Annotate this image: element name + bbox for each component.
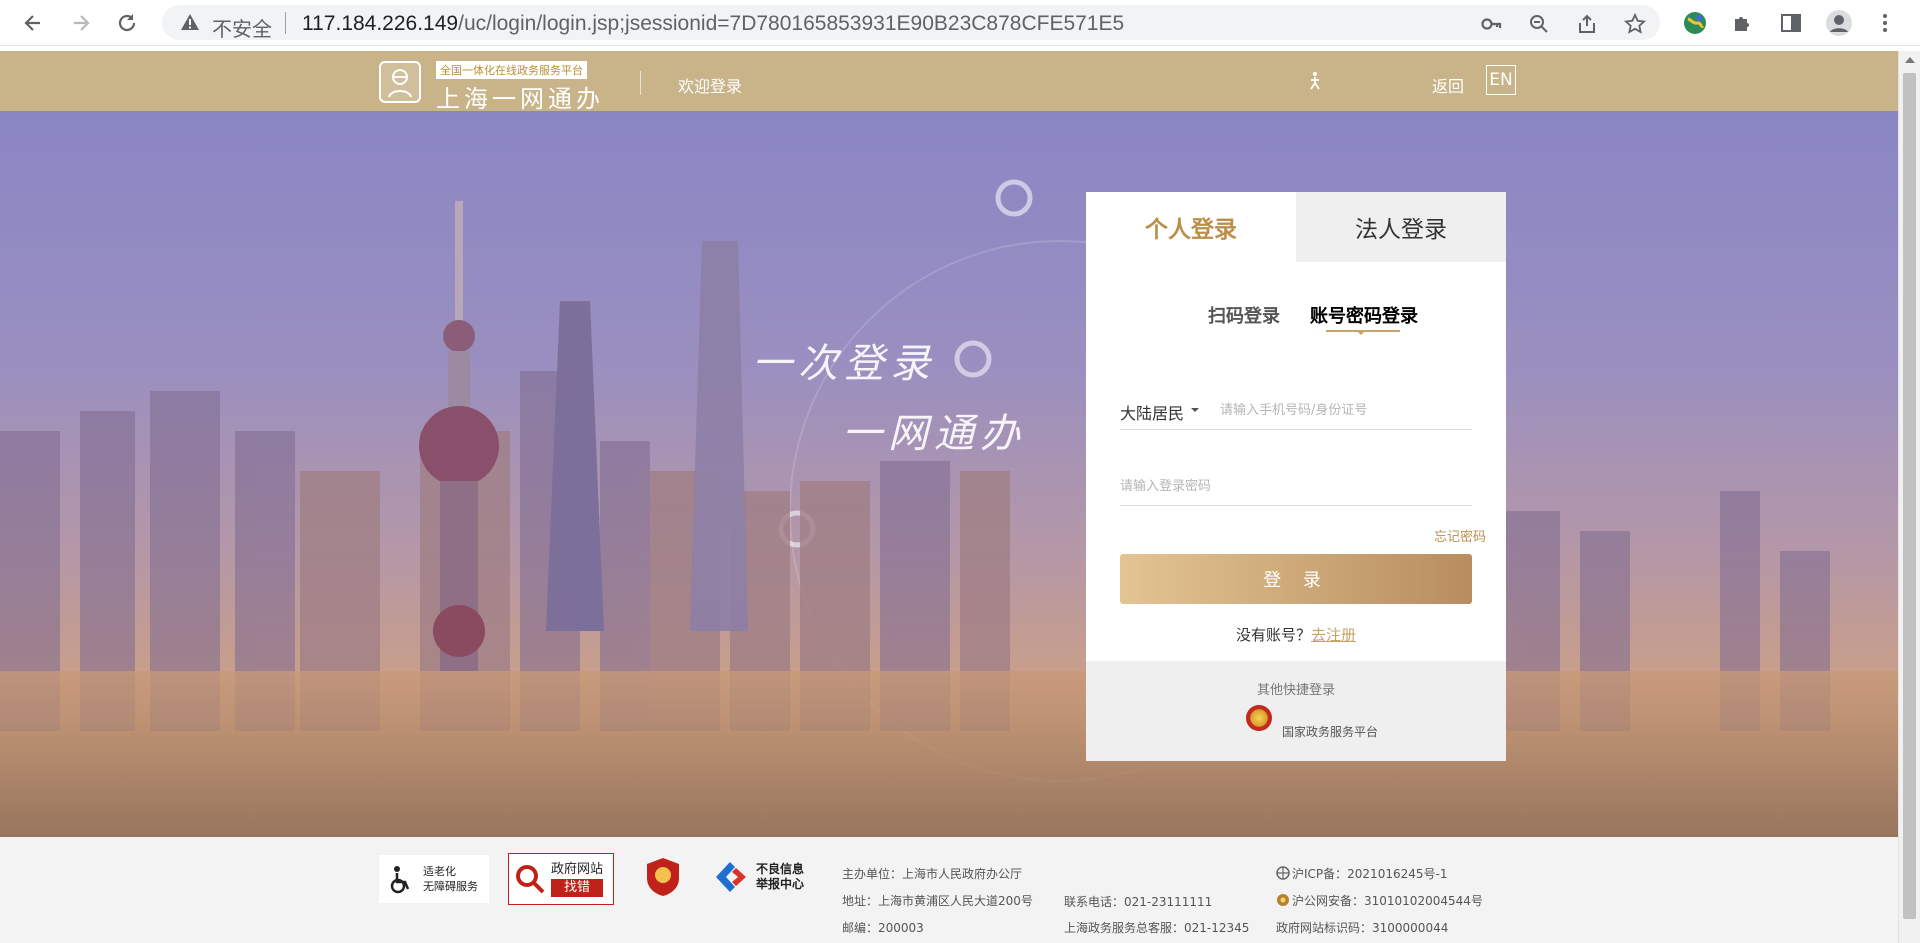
footer-police[interactable]: 沪公网安备：31010102004544号 (1276, 892, 1483, 909)
forward-arrow-icon[interactable] (66, 8, 96, 38)
register-link[interactable]: 去注册 (1311, 626, 1356, 644)
language-toggle[interactable]: EN (1486, 65, 1516, 95)
footer-postcode: 邮编：200003 (842, 921, 924, 935)
party-gov-icon[interactable] (645, 855, 683, 899)
hero-banner: 一次登录 一网通办 个人登录 法人登录 扫码登录 账号密码登录 大陆居民 忘记密… (0, 111, 1898, 837)
site-logo-icon[interactable] (379, 61, 421, 103)
footer-police-text: 沪公网安备：31010102004544号 (1292, 894, 1483, 908)
forgot-password-link[interactable]: 忘记密码 (1434, 526, 1486, 545)
scroll-up-arrow-icon[interactable] (1905, 57, 1915, 63)
footer-hotline: 上海政务服务总客服：021-12345 (1064, 921, 1250, 935)
security-label[interactable]: 不安全 (212, 13, 272, 42)
side-panel-icon[interactable] (1776, 8, 1806, 38)
tab-personal-login[interactable]: 个人登录 (1086, 192, 1296, 262)
report-badge-line1: 不良信息 (756, 862, 805, 876)
report-badge-line2: 举报中心 (756, 877, 805, 891)
browser-menu-icon[interactable] (1870, 8, 1900, 38)
footer-phone: 联系电话：021-23111111 (1064, 895, 1213, 909)
dropdown-caret-icon[interactable] (1191, 408, 1199, 412)
account-input[interactable] (1220, 398, 1470, 422)
subtab-password-login[interactable]: 账号密码登录 (1310, 302, 1418, 328)
account-field: 大陆居民 (1120, 392, 1472, 430)
bookmark-star-icon[interactable] (1623, 12, 1647, 35)
footer-host: 主办单位：上海市人民政府办公厅 (842, 867, 1023, 881)
register-row: 没有账号？去注册 (1086, 624, 1506, 645)
footer-address: 地址：上海市黄浦区人民大道200号 (842, 894, 1033, 908)
extensions-puzzle-icon[interactable] (1728, 8, 1758, 38)
skyline-illustration (0, 179, 1898, 837)
omnibox-divider (285, 12, 286, 34)
subtab-qr-login[interactable]: 扫码登录 (1208, 302, 1280, 328)
subtab-caret-icon (1356, 330, 1366, 335)
profile-avatar-icon[interactable] (1824, 8, 1854, 38)
resident-type-select[interactable]: 大陆居民 (1120, 400, 1184, 424)
footer-icp[interactable]: 沪ICP备：2021016245号-1 (1276, 865, 1447, 882)
zoom-icon[interactable] (1528, 13, 1550, 35)
slogan-line-1: 一次登录 (752, 341, 936, 387)
wheelchair-icon (390, 866, 410, 894)
national-platform-link[interactable]: 国家政务服务平台 (1282, 723, 1378, 740)
magnifier-icon (516, 865, 545, 894)
warning-icon[interactable] (180, 13, 200, 35)
key-icon[interactable] (1480, 13, 1502, 35)
find-error-badge[interactable]: 政府网站 找错 (508, 853, 614, 905)
footer-icp-text: 沪ICP备：2021016245号-1 (1292, 867, 1448, 881)
header-divider (640, 71, 641, 95)
elder-badge-line1: 适老化 (423, 865, 456, 878)
share-icon[interactable] (1576, 13, 1598, 35)
elder-mode-icon[interactable] (1306, 71, 1324, 95)
url-path: /uc/login/login.jsp;jsessionid=7D7801658… (458, 12, 1125, 35)
error-badge-line2: 找错 (551, 879, 604, 897)
elder-badge-line2: 无障碍服务 (423, 880, 478, 893)
welcome-text: 欢迎登录 (678, 77, 743, 96)
login-button[interactable]: 登 录 (1120, 554, 1472, 604)
scrollbar-thumb[interactable] (1903, 73, 1916, 919)
quick-login-title: 其他快捷登录 (1256, 683, 1335, 698)
logo-name[interactable]: 上海一网通办 (436, 79, 604, 114)
login-panel: 个人登录 法人登录 扫码登录 账号密码登录 大陆居民 忘记密码 登 录 没有账号… (1086, 192, 1506, 761)
report-logo-icon (716, 862, 746, 892)
password-input[interactable] (1120, 474, 1470, 498)
site-footer: 适老化 无障碍服务 政府网站 找错 不良信息 举报中心 主办单位：上海市人民政府… (0, 837, 1898, 943)
address-bar[interactable]: 不安全 117.184.226.149/uc/login/login.jsp;j… (162, 5, 1660, 42)
quick-login-section: 其他快捷登录 国家政务服务平台 (1086, 661, 1506, 761)
url-host: 117.184.226.149 (302, 12, 459, 35)
slogan-line-2: 一网通办 (842, 411, 1026, 457)
url-text[interactable]: 117.184.226.149/uc/login/login.jsp;jsess… (302, 12, 1124, 36)
password-field (1120, 468, 1472, 506)
back-link[interactable]: 返回 (1432, 73, 1464, 97)
elder-accessibility-badge[interactable]: 适老化 无障碍服务 (379, 855, 489, 903)
tab-legal-login[interactable]: 法人登录 (1296, 192, 1506, 262)
report-center-badge[interactable]: 不良信息 举报中心 (712, 855, 812, 899)
logo-tagline: 全国一体化在线政务服务平台 (436, 61, 587, 79)
footer-site-id: 政府网站标识码：3100000044 (1276, 921, 1449, 935)
police-badge-icon (1277, 894, 1289, 906)
site-header: 全国一体化在线政务服务平台 上海一网通办 欢迎登录 返回 EN (0, 51, 1898, 114)
page-scrollbar[interactable] (1898, 51, 1920, 943)
reload-icon[interactable] (112, 8, 142, 38)
error-badge-line1: 政府网站 (551, 862, 604, 877)
browser-toolbar: 不安全 117.184.226.149/uc/login/login.jsp;j… (0, 0, 1920, 46)
national-emblem-icon[interactable] (1246, 705, 1272, 731)
no-account-text: 没有账号？ (1235, 626, 1311, 644)
back-arrow-icon[interactable] (18, 8, 48, 38)
icp-globe-icon (1276, 866, 1290, 880)
globe-extension-icon[interactable] (1680, 8, 1710, 38)
